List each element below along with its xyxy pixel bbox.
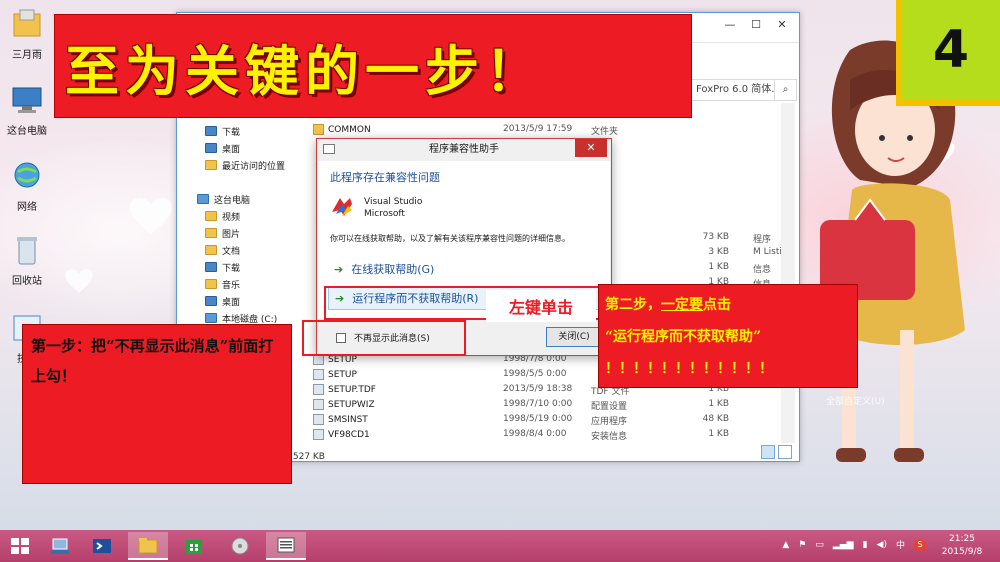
folder-icon	[13, 9, 41, 37]
nav-item-recent[interactable]: 最近访问的位置	[205, 157, 285, 173]
view-toggle	[761, 445, 792, 459]
taskbar-server-manager[interactable]	[40, 532, 80, 560]
nav-item-music[interactable]: 音乐	[205, 276, 240, 292]
window-controls: — ☐ ✕	[717, 15, 795, 33]
nav-item-documents[interactable]: 文档	[205, 242, 240, 258]
get-help-online-option[interactable]: ➔ 在线获取帮助(G)	[328, 257, 600, 281]
nav-item-this-pc[interactable]: 这台电脑	[197, 191, 250, 207]
close-button[interactable]: ✕	[575, 139, 607, 157]
close-dialog-button[interactable]: 关闭(C)	[546, 327, 602, 347]
nav-item-videos[interactable]: 视频	[205, 208, 240, 224]
heart-decoration	[130, 198, 172, 234]
file-icon	[313, 384, 324, 395]
left-click-callout: 左键单击	[486, 290, 596, 322]
dialog-description: 你可以在线获取帮助，以及了解有关该程序兼容性问题的详细信息。	[330, 234, 570, 243]
powershell-icon	[93, 539, 111, 553]
volume-icon[interactable]: ◀)	[877, 540, 887, 550]
desktop-icon-network[interactable]: 网络	[4, 160, 50, 213]
nav-item-desktop-2[interactable]: 桌面	[205, 293, 240, 309]
system-clock[interactable]: 21:25 2015/9/8	[932, 533, 992, 559]
globe-network-icon	[14, 162, 40, 188]
step-number-badge: 4	[896, 0, 1000, 106]
desktop-icon-this-pc[interactable]: 这台电脑	[4, 84, 50, 137]
close-icon[interactable]: ✕	[769, 15, 795, 33]
network-signal-icon[interactable]: ▂▄▆	[833, 540, 854, 550]
ime-indicator[interactable]: 中	[896, 538, 905, 551]
step1-note: 第一步：把“不再显示此消息”前面打上勾！	[22, 324, 292, 484]
taskbar-store[interactable]	[174, 532, 214, 560]
taskbar: ▲ ⚑ ▭ ▂▄▆ ▮ ◀) 中 S 21:25 2015/9/8	[0, 530, 1000, 562]
scrollbar[interactable]	[781, 103, 795, 443]
list-item[interactable]: SETUPWIZ 1998/7/10 0:00 配置设置 1 KB	[313, 399, 783, 414]
picture-folder-icon	[205, 228, 217, 238]
desktop-icon-user-folder[interactable]: 三月雨	[4, 8, 50, 61]
maximize-icon[interactable]: ☐	[743, 15, 769, 33]
heart-decoration	[65, 269, 93, 293]
folder-icon	[138, 538, 158, 554]
start-button[interactable]	[0, 532, 40, 560]
video-folder-icon	[205, 211, 217, 221]
flag-icon[interactable]: ⚑	[798, 540, 806, 550]
program-info: Visual Studio Microsoft	[330, 196, 422, 220]
computer-icon	[12, 87, 42, 113]
list-item[interactable]: VF98CD1 1998/8/4 0:00 安装信息 1 KB	[313, 429, 783, 444]
file-icon	[313, 369, 324, 380]
server-manager-icon	[51, 538, 69, 554]
drive-icon	[205, 313, 217, 323]
download-folder-icon	[205, 126, 217, 136]
title-banner: 至为关键的一步！	[54, 14, 692, 118]
nav-item-desktop[interactable]: 桌面	[205, 140, 240, 156]
folder-icon	[313, 124, 324, 135]
large-icons-view-icon[interactable]	[778, 445, 792, 459]
document-folder-icon	[205, 245, 217, 255]
windows-logo-icon	[11, 538, 29, 554]
dialog-heading: 此程序存在兼容性问题	[330, 171, 440, 184]
list-window-icon	[277, 537, 295, 553]
highlight-checkbox	[302, 320, 466, 356]
window-icon	[323, 144, 335, 154]
taskbar-powershell[interactable]	[82, 532, 122, 560]
visual-studio-icon	[332, 198, 352, 216]
desktop-icon-recycle-bin[interactable]: 回收站	[4, 234, 50, 287]
list-item[interactable]: SMSINST 1998/5/19 0:00 应用程序 48 KB	[313, 414, 783, 429]
recent-folder-icon	[205, 160, 217, 170]
nav-item-downloads-2[interactable]: 下载	[205, 259, 240, 275]
computer-icon	[197, 194, 209, 204]
details-view-icon[interactable]	[761, 445, 775, 459]
settings-file-icon	[313, 399, 324, 410]
recycle-bin-icon	[17, 237, 37, 265]
step2-note: 第二步，一定要点击 “运行程序而不获取帮助” ！！！！！！！！！！！！	[598, 284, 858, 388]
desktop-folder-icon	[205, 143, 217, 153]
system-tray: ▲ ⚑ ▭ ▂▄▆ ▮ ◀) 中 S	[782, 538, 926, 551]
taskbar-file-explorer[interactable]	[128, 532, 168, 560]
store-icon	[186, 540, 202, 554]
chevron-up-icon[interactable]: ▲	[782, 540, 789, 550]
battery-icon[interactable]: ▮	[863, 540, 868, 550]
sogou-input-icon[interactable]: S	[914, 538, 926, 551]
desktop-folder-icon	[205, 296, 217, 306]
setup-disc-icon	[231, 537, 249, 555]
taskbar-setup-app[interactable]	[220, 532, 260, 560]
search-input[interactable]: FoxPro 6.0 简体...	[691, 79, 775, 101]
taskbar-compat-assistant[interactable]	[266, 532, 306, 560]
nav-item-downloads[interactable]: 下载	[205, 123, 240, 139]
music-folder-icon	[205, 279, 217, 289]
application-icon	[313, 414, 324, 425]
minimize-icon[interactable]: —	[717, 15, 743, 33]
search-icon[interactable]: ⌕	[775, 79, 797, 101]
arrow-right-icon: ➔	[334, 262, 344, 276]
dialog-titlebar[interactable]: 程序兼容性助手 ✕	[317, 139, 611, 161]
nav-item-pictures[interactable]: 图片	[205, 225, 240, 241]
download-folder-icon	[205, 262, 217, 272]
setup-info-icon	[313, 429, 324, 440]
ghost-label: 全部自定义(U)	[826, 397, 885, 407]
list-item[interactable]: COMMON 2013/5/9 17:59 文件夹	[313, 124, 783, 139]
display-icon[interactable]: ▭	[815, 540, 824, 550]
